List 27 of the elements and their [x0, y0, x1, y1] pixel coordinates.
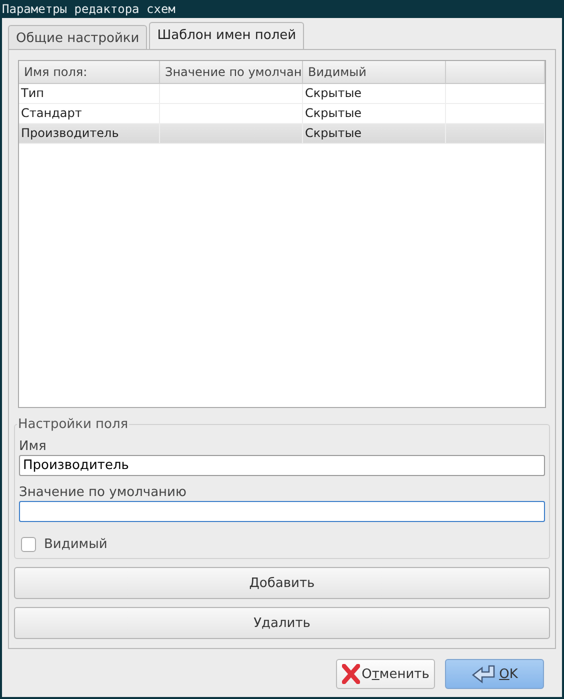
input-field[interactable]: Производитель	[19, 455, 545, 476]
action-button[interactable]: Добавить	[14, 567, 550, 599]
action-button[interactable]: Удалить	[14, 607, 550, 639]
tab[interactable]: Общие настройки	[8, 25, 148, 50]
table-cell: Скрытые	[305, 106, 362, 120]
table-cell: Стандарт	[21, 106, 82, 120]
cross-icon	[342, 664, 360, 684]
column-header[interactable]: Видимый	[303, 61, 446, 83]
field-label: Имя	[19, 439, 48, 454]
table-cell: Производитель	[21, 126, 119, 140]
table-cell: Тип	[21, 86, 44, 100]
window-title: Параметры редактора схем	[2, 2, 176, 16]
column-header[interactable]: Имя поля:	[19, 61, 160, 83]
table-row[interactable]: Тип Скрытые	[19, 84, 545, 104]
cancel-button[interactable]: Отменить	[336, 659, 435, 689]
column-header[interactable]: Значение по умолчан	[160, 61, 303, 83]
checkbox[interactable]	[21, 537, 36, 552]
return-arrow-icon	[471, 664, 498, 684]
group-title: Настройки поля	[17, 417, 130, 432]
table-row[interactable]: Производитель Скрытые	[19, 124, 545, 144]
input-field[interactable]	[19, 501, 545, 522]
field-label: Значение по умолчанию	[19, 485, 188, 500]
checkbox-label: Видимый	[44, 537, 108, 552]
ok-button[interactable]: OK	[445, 659, 544, 689]
tab[interactable]: Шаблон имен полей	[149, 22, 304, 50]
table-cell: Скрытые	[305, 86, 362, 100]
table-cell: Скрытые	[305, 126, 362, 140]
